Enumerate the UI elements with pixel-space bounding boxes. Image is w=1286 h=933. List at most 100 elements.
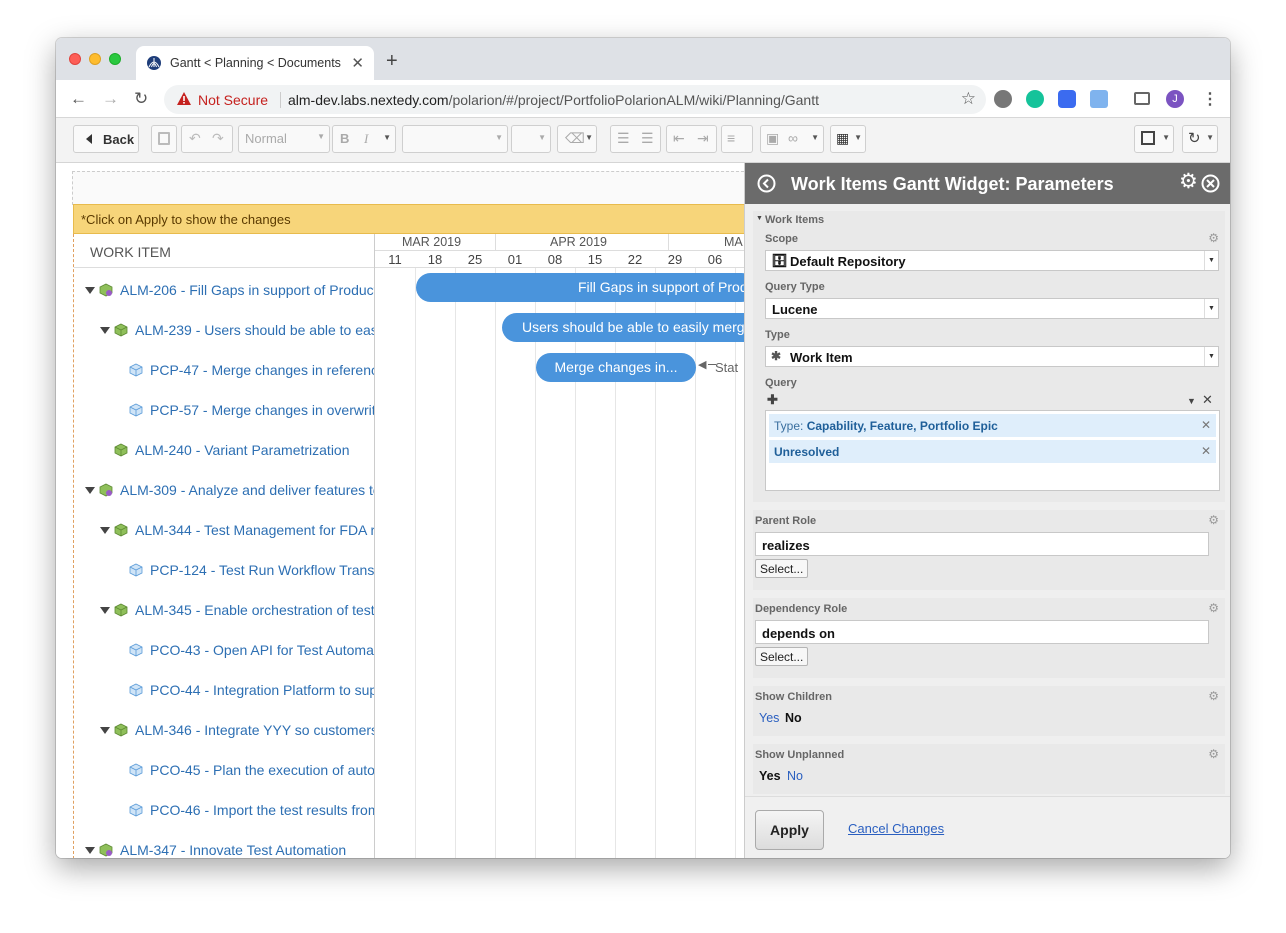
- profile-avatar[interactable]: J: [1166, 90, 1184, 108]
- gantt-bar[interactable]: Users should be able to easily merge: [502, 313, 762, 342]
- back-arrow-icon[interactable]: ←: [70, 89, 87, 109]
- work-item-link[interactable]: PCO-45 - Plan the execution of automated: [150, 762, 374, 778]
- gantt-row[interactable]: ALM-345 - Enable orchestration of test: [74, 589, 374, 629]
- work-item-link[interactable]: PCO-44 - Integration Platform to support: [150, 682, 374, 698]
- close-circle-icon[interactable]: [1201, 174, 1220, 193]
- gear-icon[interactable]: ⚙: [1208, 689, 1219, 703]
- query-chip[interactable]: Type: Capability, Feature, Portfolio Epi…: [769, 414, 1216, 437]
- reader-icon[interactable]: [1090, 90, 1108, 108]
- font-select[interactable]: ▼: [402, 125, 508, 153]
- gantt-row[interactable]: PCP-47 - Merge changes in reference: [74, 349, 374, 389]
- grammarly-icon[interactable]: [1026, 90, 1044, 108]
- dependency-role-input[interactable]: depends on: [755, 620, 1209, 644]
- list-group[interactable]: ☰ ☰: [610, 125, 661, 153]
- chevron-down-icon[interactable]: ▼: [383, 133, 391, 142]
- extension-app-icon[interactable]: [1058, 90, 1076, 108]
- gantt-row[interactable]: PCO-43 - Open API for Test Automation: [74, 629, 374, 669]
- collapse-toggle-icon[interactable]: [85, 487, 95, 494]
- gear-icon[interactable]: ⚙: [1179, 169, 1198, 194]
- new-tab-button[interactable]: +: [386, 50, 398, 73]
- gantt-divider[interactable]: [374, 234, 375, 858]
- collapse-toggle-icon[interactable]: [85, 287, 95, 294]
- scope-select[interactable]: 🗄 Default Repository ▼: [765, 250, 1219, 271]
- style-select[interactable]: Normal ▼: [238, 125, 330, 153]
- bold-button[interactable]: B: [340, 131, 349, 146]
- work-item-link[interactable]: PCO-46 - Import the test results from: [150, 802, 374, 818]
- extension-icon[interactable]: [994, 90, 1012, 108]
- gantt-row[interactable]: ALM-347 - Innovate Test Automation: [74, 829, 374, 858]
- address-bar[interactable]: Not Secure alm-dev.labs.nextedy.com/pola…: [164, 85, 986, 114]
- work-item-link[interactable]: ALM-344 - Test Management for FDA regula…: [135, 522, 374, 538]
- link-icon[interactable]: ∞: [788, 130, 798, 146]
- parent-role-select-button[interactable]: Select...: [755, 559, 809, 578]
- forward-arrow-icon[interactable]: →: [102, 89, 119, 109]
- indent-icon[interactable]: ⇥: [697, 130, 709, 147]
- outdent-icon[interactable]: ⇤: [673, 130, 685, 147]
- indent-group[interactable]: ⇤ ⇥: [666, 125, 717, 153]
- undo-icon[interactable]: ↶: [189, 130, 201, 147]
- dependency-role-select-button[interactable]: Select...: [755, 647, 809, 666]
- back-circle-icon[interactable]: [757, 174, 776, 193]
- query-type-select[interactable]: Lucene ▼: [765, 298, 1219, 319]
- gear-icon[interactable]: ⚙: [1208, 747, 1219, 761]
- show-children-yes[interactable]: Yes: [759, 711, 779, 725]
- image-icon[interactable]: ▣: [766, 130, 779, 147]
- chevron-down-icon[interactable]: ▼: [1187, 396, 1196, 406]
- gear-icon[interactable]: ⚙: [1208, 601, 1219, 615]
- gantt-row[interactable]: PCP-124 - Test Run Workflow Transitions: [74, 549, 374, 589]
- align-button[interactable]: ≡: [721, 125, 753, 153]
- gantt-row[interactable]: PCO-46 - Import the test results from: [74, 789, 374, 829]
- gantt-bar[interactable]: Merge changes in...: [536, 353, 696, 382]
- layout-button[interactable]: ▼: [1134, 125, 1174, 153]
- cast-icon[interactable]: [1134, 92, 1150, 105]
- gear-icon[interactable]: ⚙: [1208, 231, 1219, 245]
- bullet-list-icon[interactable]: ☰: [641, 130, 654, 147]
- work-item-link[interactable]: PCP-47 - Merge changes in reference: [150, 362, 374, 378]
- collapse-toggle-icon[interactable]: [100, 527, 110, 534]
- parent-role-input[interactable]: realizes: [755, 532, 1209, 556]
- gantt-row[interactable]: PCP-57 - Merge changes in overwritten: [74, 389, 374, 429]
- work-item-link[interactable]: ALM-240 - Variant Parametrization: [135, 442, 350, 458]
- minimize-window-button[interactable]: [89, 53, 101, 65]
- work-item-link[interactable]: PCP-124 - Test Run Workflow Transitions: [150, 562, 374, 578]
- work-item-link[interactable]: ALM-346 - Integrate YYY so customers: [135, 722, 374, 738]
- url-text[interactable]: alm-dev.labs.nextedy.com/polarion/#/proj…: [288, 92, 819, 108]
- gantt-row[interactable]: PCO-44 - Integration Platform to support: [74, 669, 374, 709]
- work-item-link[interactable]: ALM-239 - Users should be able to easily…: [135, 322, 374, 338]
- type-select[interactable]: ✱ Work Item ▼: [765, 346, 1219, 367]
- browser-menu-icon[interactable]: ⋮: [1202, 89, 1218, 109]
- collapse-toggle-icon[interactable]: [100, 727, 110, 734]
- close-window-button[interactable]: [69, 53, 81, 65]
- gantt-row[interactable]: ALM-346 - Integrate YYY so customers: [74, 709, 374, 749]
- gantt-row[interactable]: ALM-309 - Analyze and deliver features t…: [74, 469, 374, 509]
- query-box[interactable]: Type: Capability, Feature, Portfolio Epi…: [765, 410, 1220, 491]
- work-item-link[interactable]: ALM-206 - Fill Gaps in support of Produc…: [120, 282, 374, 298]
- show-unplanned-no[interactable]: No: [787, 769, 803, 783]
- undo-redo-group[interactable]: ↶ ↷: [181, 125, 233, 153]
- clear-query-icon[interactable]: ✕: [1202, 392, 1213, 408]
- gantt-row[interactable]: ALM-239 - Users should be able to easily…: [74, 309, 374, 349]
- gantt-row[interactable]: ALM-206 - Fill Gaps in support of Produc…: [74, 269, 374, 309]
- numbered-list-icon[interactable]: ☰: [617, 130, 630, 147]
- remove-chip-icon[interactable]: ✕: [1201, 418, 1211, 432]
- back-button[interactable]: Back: [73, 125, 139, 153]
- work-item-link[interactable]: ALM-345 - Enable orchestration of test: [135, 602, 374, 618]
- add-query-icon[interactable]: ✚: [767, 392, 778, 408]
- format-group[interactable]: B I ▼: [332, 125, 396, 153]
- redo-icon[interactable]: ↷: [212, 130, 224, 147]
- collapse-toggle-icon[interactable]: [100, 327, 110, 334]
- apply-button[interactable]: Apply: [755, 810, 824, 850]
- italic-button[interactable]: I: [364, 131, 368, 147]
- collapse-toggle-icon[interactable]: [85, 847, 95, 854]
- chevron-down-icon[interactable]: ▼: [811, 133, 819, 142]
- gantt-bar[interactable]: Fill Gaps in support of Product Lines: [416, 273, 756, 302]
- collapse-caret-icon[interactable]: ▼: [756, 215, 763, 222]
- gantt-row[interactable]: PCO-45 - Plan the execution of automated: [74, 749, 374, 789]
- maximize-window-button[interactable]: [109, 53, 121, 65]
- reload-icon[interactable]: ↻: [134, 89, 148, 109]
- show-unplanned-yes[interactable]: Yes: [759, 769, 781, 783]
- link-group[interactable]: ▣ ∞ ▼: [760, 125, 824, 153]
- close-tab-icon[interactable]: ✕: [351, 54, 364, 72]
- work-item-link[interactable]: PCP-57 - Merge changes in overwritten: [150, 402, 374, 418]
- browser-tab[interactable]: Gantt < Planning < Documents ✕: [136, 46, 374, 80]
